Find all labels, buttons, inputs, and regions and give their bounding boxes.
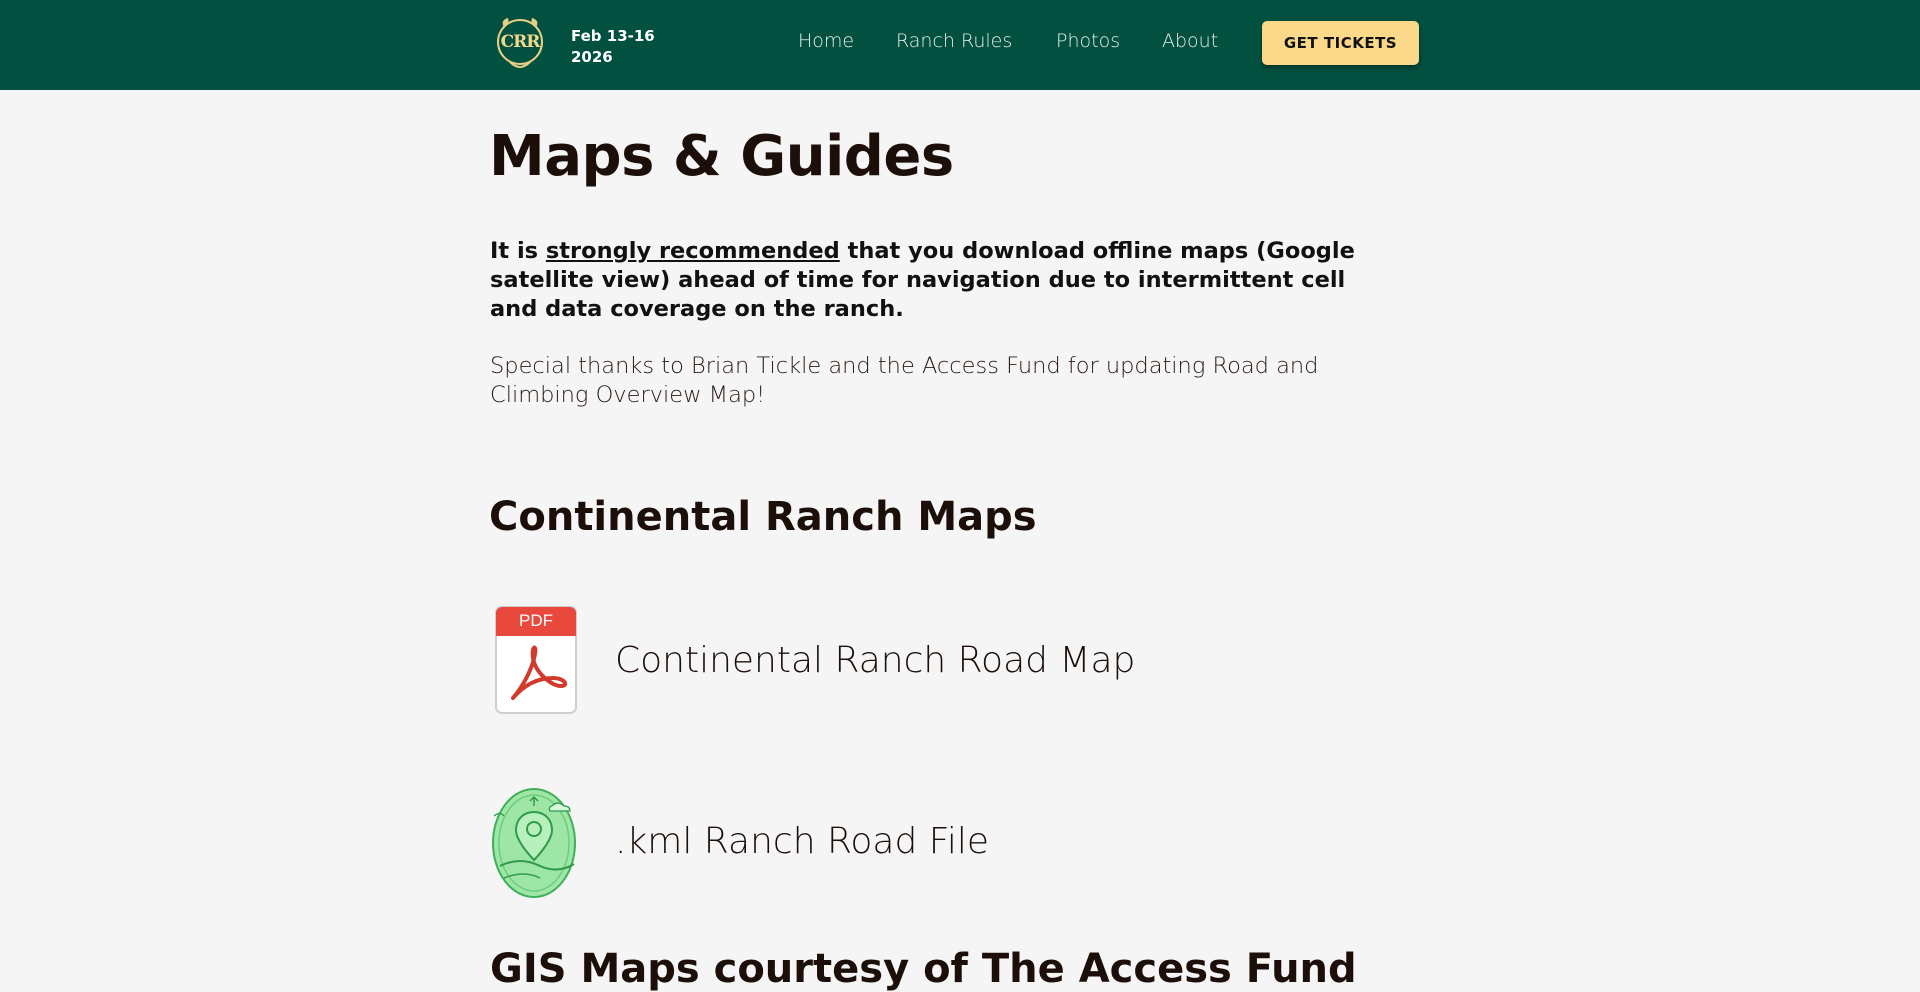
section-title-gis-maps: GIS Maps courtesy of The Access Fund bbox=[490, 946, 1357, 992]
section-title-ranch-maps: Continental Ranch Maps bbox=[489, 494, 1037, 540]
nav-photos[interactable]: Photos bbox=[1056, 30, 1120, 52]
road-map-link[interactable]: Continental Ranch Road Map bbox=[615, 640, 1135, 681]
offline-maps-notice: It is strongly recommended that you down… bbox=[490, 237, 1370, 324]
event-date-range: Feb 13-16 bbox=[571, 27, 655, 45]
logo-text: CRR bbox=[500, 32, 541, 52]
event-year: 2026 bbox=[571, 48, 613, 66]
page-title: Maps & Guides bbox=[489, 124, 954, 189]
nav-home[interactable]: Home bbox=[798, 30, 854, 52]
nav-about[interactable]: About bbox=[1162, 30, 1218, 52]
kml-file-link[interactable]: .kml Ranch Road File bbox=[615, 821, 989, 862]
crr-logo[interactable]: CRR bbox=[494, 14, 546, 72]
pdf-badge-label: PDF bbox=[519, 611, 553, 630]
pdf-icon[interactable]: PDF bbox=[495, 606, 577, 714]
event-date: Feb 13-16 2026 bbox=[571, 26, 681, 68]
top-navigation-bar: CRR Feb 13-16 2026 Home Ranch Rules Phot… bbox=[0, 0, 1920, 90]
notice-prefix: It is bbox=[490, 238, 546, 264]
kml-map-icon bbox=[492, 788, 576, 898]
thanks-text: Special thanks to Brian Tickle and the A… bbox=[490, 353, 1319, 408]
get-tickets-button[interactable]: GET TICKETS bbox=[1262, 21, 1419, 65]
notice-emphasis: strongly recommended bbox=[545, 238, 840, 264]
map-pin-badge-icon[interactable] bbox=[490, 786, 582, 900]
nav-ranch-rules[interactable]: Ranch Rules bbox=[896, 30, 1012, 52]
